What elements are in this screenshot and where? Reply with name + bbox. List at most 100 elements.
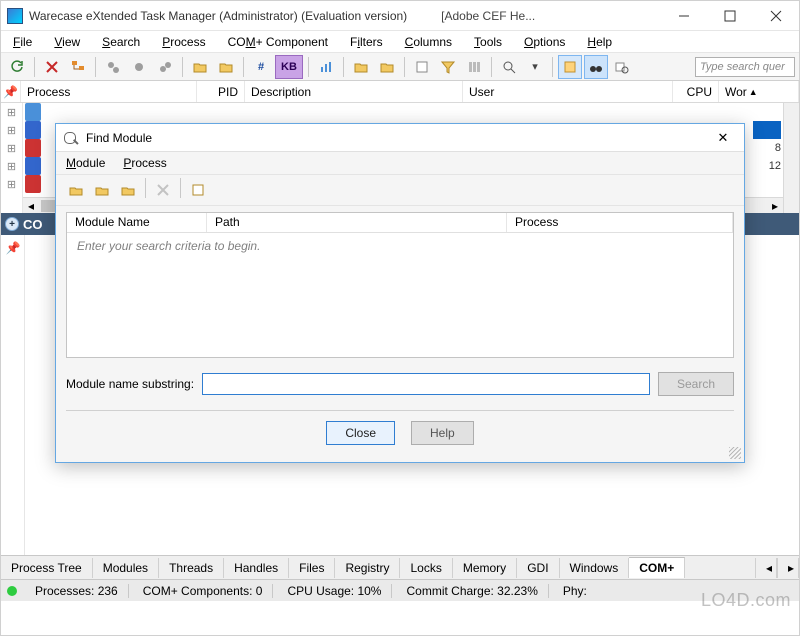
close-button[interactable] xyxy=(753,1,799,31)
pin-icon[interactable]: 📌 xyxy=(6,241,20,255)
pin-gutter: ⊞ ⊞ ⊞ ⊞ ⊞ xyxy=(1,103,23,213)
menu-filters[interactable]: Filters xyxy=(344,33,389,51)
substring-label: Module name substring: xyxy=(66,377,194,391)
chart-icon[interactable] xyxy=(314,55,338,79)
tab-scroll-left[interactable]: ◂ xyxy=(755,558,777,578)
folder4-icon[interactable] xyxy=(375,55,399,79)
module-list[interactable]: Module Name Path Process Enter your sear… xyxy=(66,212,734,358)
col-pid[interactable]: PID xyxy=(197,81,245,102)
folder3-icon[interactable] xyxy=(349,55,373,79)
col-process[interactable]: Process xyxy=(21,81,197,102)
col-description[interactable]: Description xyxy=(245,81,463,102)
tab-registry[interactable]: Registry xyxy=(335,558,400,578)
menu-options[interactable]: Options xyxy=(518,33,571,51)
v-scrollbar[interactable] xyxy=(783,103,799,213)
col-process[interactable]: Process xyxy=(507,213,733,232)
expand-icon[interactable]: ⊞ xyxy=(1,103,22,121)
open3-icon[interactable] xyxy=(116,178,140,202)
find-arrow-icon[interactable]: ▾ xyxy=(523,55,547,79)
window-subtitle: [Adobe CEF He... xyxy=(441,9,535,23)
tab-scroll-right[interactable]: ▸ xyxy=(777,558,799,578)
tab-modules[interactable]: Modules xyxy=(93,558,159,578)
tab-memory[interactable]: Memory xyxy=(453,558,517,578)
tab-com[interactable]: COM+ xyxy=(629,557,685,578)
delete-icon[interactable] xyxy=(151,178,175,202)
col-cpu[interactable]: CPU xyxy=(673,81,719,102)
expand-icon[interactable]: ⊞ xyxy=(1,139,22,157)
dialog-titlebar[interactable]: Find Module ✕ xyxy=(56,124,744,152)
list-prompt: Enter your search criteria to begin. xyxy=(67,233,733,259)
menu-com[interactable]: COM+ Component xyxy=(222,33,334,51)
col-path[interactable]: Path xyxy=(207,213,507,232)
find-icon xyxy=(64,130,80,146)
status-commit: Commit Charge: 32.23% xyxy=(396,584,548,598)
module-icon[interactable] xyxy=(410,55,434,79)
resize-grip[interactable] xyxy=(729,447,741,459)
search-input[interactable]: Type search quer xyxy=(695,57,795,77)
dialog-menu-module[interactable]: Module xyxy=(66,156,105,170)
menu-columns[interactable]: Columns xyxy=(399,33,458,51)
dialog-menu: Module Process xyxy=(56,152,744,174)
tab-handles[interactable]: Handles xyxy=(224,558,289,578)
find-icon[interactable] xyxy=(497,55,521,79)
titlebar: Warecase eXtended Task Manager (Administ… xyxy=(1,1,799,31)
dialog-menu-process[interactable]: Process xyxy=(123,156,166,170)
refresh-icon[interactable] xyxy=(5,55,29,79)
kb-button[interactable]: KB xyxy=(275,55,303,79)
menu-file[interactable]: File xyxy=(7,33,38,51)
app-icon xyxy=(7,8,23,24)
help-button[interactable]: Help xyxy=(411,421,474,445)
expand-icon[interactable]: ⊞ xyxy=(1,175,22,193)
minimize-button[interactable] xyxy=(661,1,707,31)
filter-icon[interactable] xyxy=(436,55,460,79)
expand-icon[interactable]: ⊞ xyxy=(1,157,22,175)
find-module-icon[interactable] xyxy=(610,55,634,79)
hash-button[interactable]: # xyxy=(249,55,273,79)
tab-gdi[interactable]: GDI xyxy=(517,558,559,578)
col-wor[interactable]: Wor ▲ xyxy=(719,81,799,102)
dialog-close-button[interactable]: ✕ xyxy=(710,130,736,146)
properties-icon[interactable] xyxy=(186,178,210,202)
maximize-button[interactable] xyxy=(707,1,753,31)
tree-icon[interactable] xyxy=(66,55,90,79)
status-com: COM+ Components: 0 xyxy=(133,584,274,598)
menu-help[interactable]: Help xyxy=(581,33,618,51)
row-value: 8 xyxy=(753,139,781,157)
columns-icon[interactable] xyxy=(462,55,486,79)
search-button[interactable]: Search xyxy=(658,372,734,396)
menu-process[interactable]: Process xyxy=(156,33,211,51)
folder1-icon[interactable] xyxy=(188,55,212,79)
bottom-tabs: Process Tree Modules Threads Handles Fil… xyxy=(1,555,799,579)
expand-icon[interactable]: ⊞ xyxy=(1,121,22,139)
kill-icon[interactable] xyxy=(40,55,64,79)
status-processes: Processes: 236 xyxy=(25,584,129,598)
statusbar: Processes: 236 COM+ Components: 0 CPU Us… xyxy=(1,579,799,601)
open-icon[interactable] xyxy=(64,178,88,202)
pin-column-icon[interactable]: 📌 xyxy=(1,81,21,102)
tab-windows[interactable]: Windows xyxy=(560,558,630,578)
pin-gutter-lower: 📌 xyxy=(1,235,25,555)
tab-process-tree[interactable]: Process Tree xyxy=(1,558,93,578)
close-dialog-button[interactable]: Close xyxy=(326,421,395,445)
menu-tools[interactable]: Tools xyxy=(468,33,508,51)
plus-icon[interactable]: + xyxy=(5,217,19,231)
find-module-dialog: Find Module ✕ Module Process Module Name… xyxy=(55,123,745,463)
col-module-name[interactable]: Module Name xyxy=(67,213,207,232)
tab-locks[interactable]: Locks xyxy=(400,558,452,578)
status-led-icon xyxy=(7,586,17,596)
gears2-icon[interactable] xyxy=(127,55,151,79)
folder2-icon[interactable] xyxy=(214,55,238,79)
tab-files[interactable]: Files xyxy=(289,558,335,578)
gears-icon[interactable] xyxy=(101,55,125,79)
status-cpu: CPU Usage: 10% xyxy=(277,584,392,598)
gears3-icon[interactable] xyxy=(153,55,177,79)
menu-view[interactable]: View xyxy=(48,33,86,51)
binoculars-icon[interactable] xyxy=(584,55,608,79)
tab-threads[interactable]: Threads xyxy=(159,558,224,578)
open2-icon[interactable] xyxy=(90,178,114,202)
menu-search[interactable]: Search xyxy=(96,33,146,51)
col-user[interactable]: User xyxy=(463,81,673,102)
window-title: Warecase eXtended Task Manager (Administ… xyxy=(29,9,407,23)
highlight-icon[interactable] xyxy=(558,55,582,79)
substring-input[interactable] xyxy=(202,373,650,395)
